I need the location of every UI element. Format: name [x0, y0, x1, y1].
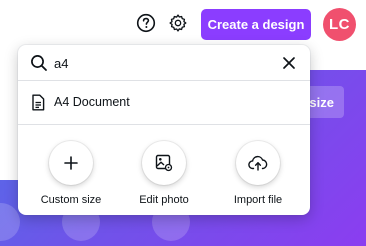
search-icon	[30, 54, 48, 72]
cloud-upload-icon[interactable]	[236, 141, 280, 185]
resize-button-label: size	[309, 94, 334, 110]
document-icon	[31, 94, 45, 111]
image-edit-icon[interactable]	[142, 141, 186, 185]
close-icon[interactable]	[280, 54, 298, 72]
search-input[interactable]	[54, 51, 274, 75]
plus-icon[interactable]	[49, 141, 93, 185]
top-bar: Create a design LC	[0, 0, 366, 48]
import-file-button[interactable]: Import file	[218, 141, 298, 209]
avatar[interactable]: LC	[323, 8, 356, 41]
custom-size-button[interactable]: Custom size	[31, 141, 111, 209]
page: size Create a design LC a4 A4 Document C…	[0, 0, 366, 246]
custom-size-label: Custom size	[40, 194, 102, 206]
help-icon[interactable]	[134, 11, 158, 35]
create-design-dropdown: A4 Document Custom size E	[18, 45, 310, 215]
edit-photo-button[interactable]: Edit photo	[124, 141, 204, 209]
create-design-button[interactable]: Create a design	[201, 9, 311, 40]
gear-icon[interactable]	[166, 11, 190, 35]
search-result-item[interactable]: A4 Document	[18, 81, 310, 125]
import-file-label: Import file	[233, 194, 283, 206]
search-result-label: A4 Document	[54, 95, 130, 109]
search-bar	[18, 45, 310, 81]
edit-photo-label: Edit photo	[139, 194, 189, 206]
